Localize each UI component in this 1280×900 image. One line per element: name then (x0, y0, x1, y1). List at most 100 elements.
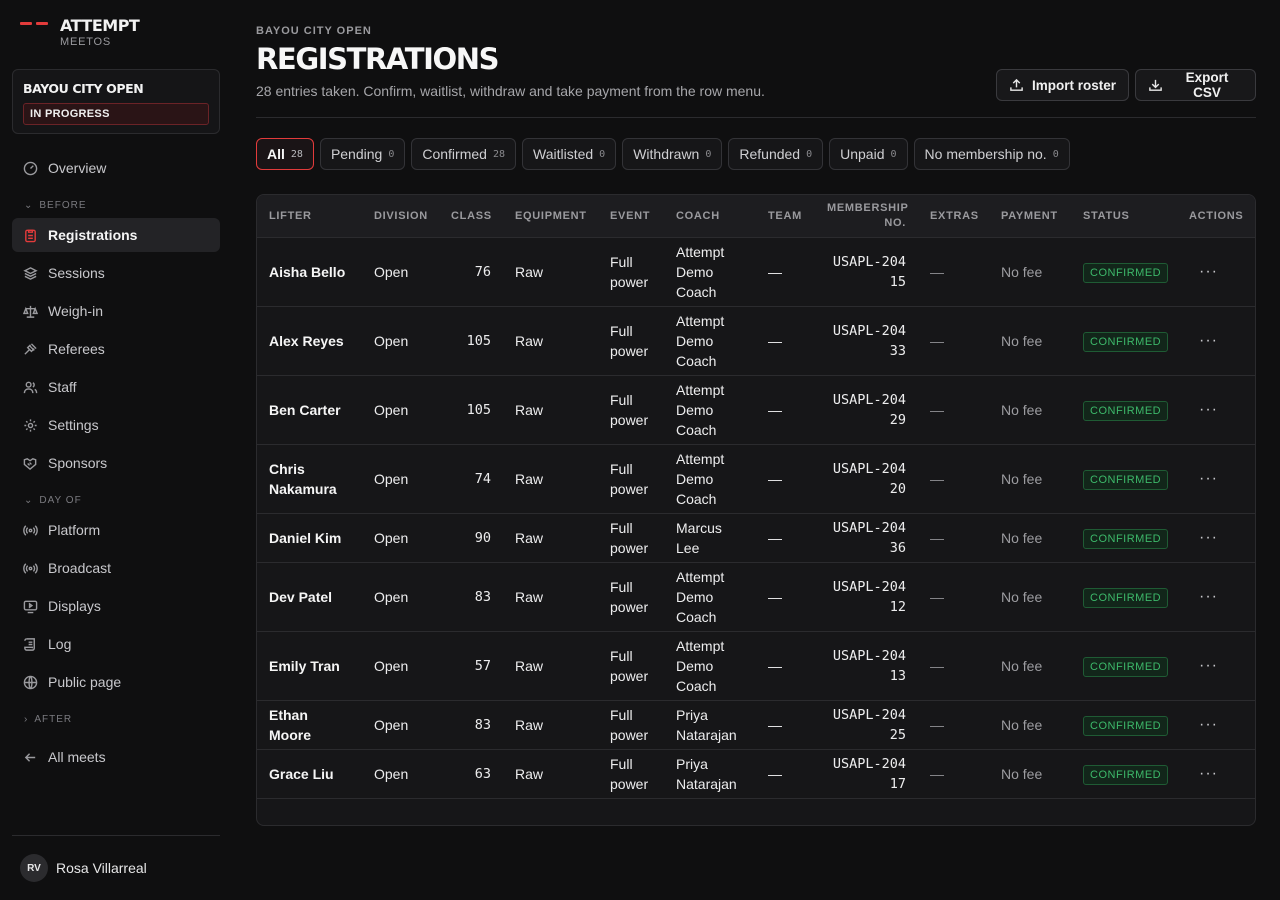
cell-membership: USAPL- (815, 798, 918, 825)
brand-logo[interactable]: ATTEMPT MEETOS (20, 16, 140, 48)
column-header-equipment[interactable]: EQUIPMENT (503, 195, 598, 238)
table-row[interactable]: Ethan Moore Open 83 Raw Full power Priya Nata… (257, 700, 1255, 750)
row-menu-icon[interactable]: ··· (1189, 657, 1218, 674)
nav-item-settings[interactable]: Settings (12, 408, 220, 442)
nav-item-log[interactable]: Log (12, 627, 220, 661)
nav-item-referees[interactable]: Referees (12, 332, 220, 366)
status-badge: CONFIRMED (1083, 262, 1169, 283)
row-menu-icon[interactable]: ··· (1189, 588, 1218, 605)
cell-equipment: Raw (503, 375, 598, 445)
table-row[interactable]: Hannah FullAttempt USAPL- (257, 798, 1255, 825)
cell-class: 57 (439, 631, 503, 701)
row-menu-icon[interactable]: ··· (1189, 716, 1218, 733)
cell-payment: No fee (989, 700, 1071, 750)
nav-item-platform[interactable]: Platform (12, 513, 220, 547)
filter-confirmed[interactable]: Confirmed 28 (411, 138, 516, 170)
table-row[interactable]: Aisha Bello Open 76 Raw Full power Attempt De… (257, 237, 1255, 307)
column-header-division[interactable]: DIVISION (362, 195, 439, 238)
row-menu-icon[interactable]: ··· (1189, 332, 1218, 349)
row-menu-icon[interactable]: ··· (1189, 470, 1218, 487)
import-roster-button[interactable]: Import roster (996, 69, 1130, 101)
column-header-payment[interactable]: PAYMENT (989, 195, 1071, 238)
arrow-left-icon (22, 749, 38, 765)
row-menu-icon[interactable]: ··· (1189, 765, 1218, 782)
row-menu-icon[interactable] (1189, 824, 1199, 825)
table-row[interactable]: Daniel Kim Open 90 Raw Full power Marcus Lee —… (257, 513, 1255, 563)
cell-equipment: Raw (503, 444, 598, 514)
filter-all[interactable]: All 28 (256, 138, 314, 170)
cell-lifter: Ben Carter (257, 375, 362, 445)
filter-no-membership[interactable]: No membership no. 0 (913, 138, 1070, 170)
nav-item-overview[interactable]: Overview (12, 151, 220, 185)
nav-item-public-page[interactable]: Public page (12, 665, 220, 699)
row-menu-icon[interactable]: ··· (1189, 401, 1218, 418)
cell-lifter: Daniel Kim (257, 513, 362, 563)
export-csv-button[interactable]: Export CSV (1135, 69, 1256, 101)
filter-pending[interactable]: Pending 0 (319, 138, 406, 170)
nav-label: Sponsors (48, 455, 108, 471)
nav-item-sessions[interactable]: Sessions (12, 256, 220, 290)
table-row[interactable]: Dev Patel Open 83 Raw Full power Attempt Demo… (257, 562, 1255, 632)
column-header-team[interactable]: TEAM (756, 195, 815, 238)
filter-waitlisted[interactable]: Waitlisted 0 (522, 138, 617, 170)
column-header-status[interactable]: STATUS (1071, 195, 1177, 238)
nav-item-broadcast[interactable]: Broadcast (12, 551, 220, 585)
nav-section-after[interactable]: › AFTER (24, 714, 72, 725)
cell-equipment: Raw (503, 237, 598, 307)
filter-unpaid[interactable]: Unpaid 0 (829, 138, 908, 170)
cell-division: Open (362, 237, 439, 307)
column-header-coach[interactable]: COACH (664, 195, 756, 238)
cell-coach: Attempt Demo Coach (664, 444, 756, 514)
filter-label: Refunded (739, 146, 801, 162)
column-header-event[interactable]: EVENT (598, 195, 664, 238)
filter-label: Confirmed (422, 146, 487, 162)
nav-section-day-of[interactable]: ⌄ DAY OF (24, 495, 82, 506)
column-header-class[interactable]: CLASS (439, 195, 503, 238)
cell-payment: No fee (989, 375, 1071, 445)
cell-event: Full (598, 798, 664, 825)
cell-class: 105 (439, 375, 503, 445)
nav-item-staff[interactable]: Staff (12, 370, 220, 404)
table-row[interactable]: Emily Tran Open 57 Raw Full power Attempt Dem… (257, 631, 1255, 701)
table-row[interactable]: Alex Reyes Open 105 Raw Full power Attempt De… (257, 306, 1255, 376)
nav-label: Overview (48, 160, 107, 176)
column-header-extras[interactable]: EXTRAS (918, 195, 989, 238)
filter-count: 28 (492, 148, 505, 160)
column-header-membership[interactable]: MEMBERSHIP NO. (815, 195, 918, 238)
nav-item-displays[interactable]: Displays (12, 589, 220, 623)
nav-item-sponsors[interactable]: Sponsors (12, 446, 220, 480)
gear-icon (22, 417, 38, 433)
user-menu[interactable]: RV Rosa Villarreal (20, 854, 147, 882)
filter-count: 28 (290, 148, 303, 160)
cell-status: CONFIRMED (1071, 631, 1177, 701)
cell-division: Open (362, 306, 439, 376)
column-header-lifter[interactable]: LIFTER (257, 195, 362, 238)
row-menu-icon[interactable]: ··· (1189, 529, 1218, 546)
nav-label: Staff (48, 379, 77, 395)
nav-item-weigh-in[interactable]: Weigh-in (12, 294, 220, 328)
registrations-table[interactable]: LIFTER DIVISION CLASS EQUIPMENT EVENT CO… (256, 194, 1256, 826)
table-row[interactable]: Chris Nakamura Open 74 Raw Full power Attempt… (257, 444, 1255, 514)
nav-item-registrations[interactable]: Registrations (12, 218, 220, 252)
cell-equipment: Raw (503, 562, 598, 632)
filter-withdrawn[interactable]: Withdrawn 0 (622, 138, 723, 170)
table-row[interactable]: Ben Carter Open 105 Raw Full power Attempt De… (257, 375, 1255, 445)
filter-label: Unpaid (840, 146, 885, 162)
filter-label: No membership no. (924, 146, 1047, 162)
status-badge: CONFIRMED (1083, 764, 1169, 785)
cell-membership: USAPL-20436 (815, 513, 918, 563)
cell-extras (918, 798, 989, 825)
meet-card[interactable]: BAYOU CITY OPEN IN PROGRESS (12, 69, 220, 134)
filter-count: 0 (705, 148, 712, 160)
row-menu-icon[interactable]: ··· (1189, 263, 1218, 280)
status-badge: CONFIRMED (1083, 715, 1169, 736)
filter-refunded[interactable]: Refunded 0 (728, 138, 824, 170)
cell-event: Full power (598, 444, 664, 514)
nav-section-before[interactable]: ⌄ BEFORE (24, 200, 87, 211)
table-row[interactable]: Grace Liu Open 63 Raw Full power Priya Natara… (257, 749, 1255, 799)
cell-extras: — (918, 749, 989, 799)
logo-mark-icon (20, 22, 48, 48)
brand-name: ATTEMPT (60, 16, 140, 35)
nav-item-all-meets[interactable]: All meets (12, 740, 220, 774)
cell-payment (989, 798, 1071, 825)
